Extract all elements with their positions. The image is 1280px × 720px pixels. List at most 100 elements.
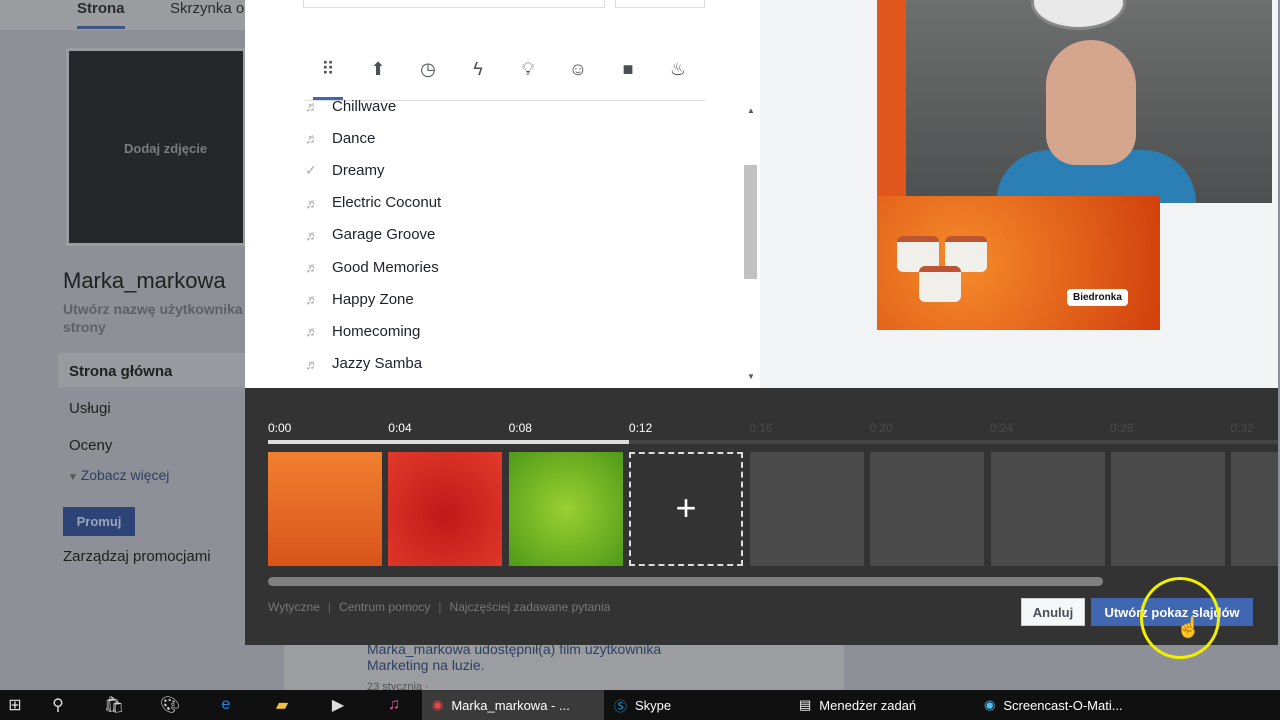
timeline-tick: 0:08 bbox=[508, 421, 532, 435]
taskbar-app-skype[interactable]: Ⓢ Skype bbox=[604, 690, 789, 720]
search-icon[interactable]: ⚲ bbox=[30, 690, 86, 720]
upload-icon[interactable]: ⬆ bbox=[363, 59, 393, 91]
chrome-icon: ◉ bbox=[432, 697, 444, 712]
fire-icon[interactable]: ♨ bbox=[663, 59, 693, 91]
scroll-up-icon[interactable]: ▲ bbox=[747, 106, 755, 115]
caret-down-icon: ▼ bbox=[68, 472, 81, 483]
store-icon[interactable]: 🛍︎ bbox=[86, 690, 142, 720]
hand-cursor-icon: ☝ bbox=[1176, 617, 1201, 639]
all-grid-icon[interactable]: ⠿ bbox=[313, 59, 343, 100]
slide-cucumber[interactable] bbox=[509, 452, 623, 566]
music-note-icon: ♬ bbox=[305, 98, 319, 115]
track-name: Dreamy bbox=[332, 161, 385, 179]
music-note-icon: ♬ bbox=[305, 226, 319, 243]
slide-tomato[interactable] bbox=[388, 452, 502, 566]
track-item[interactable]: ♬ Jazzy Samba bbox=[305, 348, 735, 380]
timeline-tick: 0:16 bbox=[749, 421, 773, 435]
track-name: Dance bbox=[332, 129, 376, 147]
track-item[interactable]: ♬ Chillwave bbox=[305, 90, 735, 122]
nav-home[interactable]: Strona główna bbox=[58, 353, 246, 387]
edge-icon[interactable]: e bbox=[198, 690, 254, 720]
track-list-scrollbar[interactable]: ▲ ▼ bbox=[743, 100, 759, 385]
search-field[interactable] bbox=[303, 0, 605, 8]
page-name: Marka_markowa bbox=[63, 268, 226, 293]
empty-slot bbox=[1231, 452, 1278, 566]
track-name: Jazzy Samba bbox=[332, 355, 423, 373]
media-player-icon[interactable]: ▶ bbox=[310, 690, 366, 720]
briefcase-icon[interactable]: ■ bbox=[613, 59, 643, 91]
manage-promotions-link[interactable]: Zarządzaj promocjami bbox=[63, 548, 211, 565]
track-name: Chillwave bbox=[332, 97, 397, 115]
promote-button[interactable]: Promuj bbox=[63, 507, 135, 536]
slide-carrot[interactable] bbox=[268, 452, 382, 566]
task-manager-icon: ▤ bbox=[799, 697, 812, 712]
itunes-icon[interactable]: ♫ bbox=[366, 690, 422, 720]
feed-post: Marka_markowa udostępnił(a) film użytkow… bbox=[284, 641, 844, 693]
faq-link[interactable]: Najczęściej zadawane pytania bbox=[450, 600, 611, 614]
track-list: ♬ Chillwave ♬ Dance ✓ Dreamy ♬ Electric Coconut… bbox=[305, 90, 735, 380]
track-name: Homecoming bbox=[332, 322, 421, 340]
taskbar: ⊞ ⚲ 🛍︎ 🎨︎ e ▰ ▶ ♫ ◉ Marka_markowa - ... Ⓢ… bbox=[0, 690, 1280, 720]
product-cups bbox=[897, 236, 997, 316]
preview-image-edge bbox=[877, 0, 906, 203]
taskbar-app-chrome[interactable]: ◉ Marka_markowa - ... bbox=[422, 690, 604, 720]
track-item[interactable]: ♬ Garage Groove bbox=[305, 219, 735, 251]
webcam-overlay bbox=[906, 0, 1272, 203]
empty-slot bbox=[870, 452, 984, 566]
guidelines-link[interactable]: Wytyczne bbox=[268, 600, 320, 614]
nav-services[interactable]: Usługi bbox=[58, 390, 246, 424]
brand-logo: Biedronka bbox=[1067, 289, 1128, 306]
track-item[interactable]: ♬ Homecoming bbox=[305, 315, 735, 347]
music-note-icon: ♬ bbox=[305, 323, 319, 340]
username-prompt[interactable]: Utwórz nazwę użytkownika strony bbox=[63, 300, 248, 336]
track-item[interactable]: ♬ Good Memories bbox=[305, 251, 735, 283]
add-photo-label: Dodaj zdjęcie bbox=[124, 141, 208, 156]
lightbulb-icon[interactable]: 💡︎ bbox=[513, 59, 543, 91]
slideshow-preview: Biedronka bbox=[877, 196, 1160, 330]
file-explorer-icon[interactable]: ▰ bbox=[254, 690, 310, 720]
paint-icon[interactable]: 🎨︎ bbox=[142, 690, 198, 720]
windows-start-icon[interactable]: ⊞ bbox=[0, 690, 30, 720]
add-slide-button[interactable]: + bbox=[629, 452, 743, 566]
smiley-icon[interactable]: ☺ bbox=[563, 59, 593, 91]
music-note-icon: ♬ bbox=[305, 130, 319, 147]
help-center-link[interactable]: Centrum pomocy bbox=[339, 600, 430, 614]
skype-icon: Ⓢ bbox=[614, 698, 628, 714]
timeline-scrollbar[interactable] bbox=[268, 577, 1103, 586]
timeline-tick: 0:32 bbox=[1230, 421, 1254, 435]
track-item[interactable]: ✓ Dreamy bbox=[305, 154, 735, 186]
secondary-field[interactable] bbox=[615, 0, 705, 8]
music-note-icon: ♬ bbox=[305, 259, 319, 276]
timeline-progress bbox=[268, 440, 629, 444]
timeline-track[interactable] bbox=[268, 440, 1278, 444]
clock-icon[interactable]: ◷ bbox=[413, 59, 443, 91]
tab-skrzynka[interactable]: Skrzynka o bbox=[170, 0, 244, 17]
timeline-panel: 0:00 0:04 0:08 0:12 0:16 0:20 0:24 0:28 0:32 + W… bbox=[245, 388, 1278, 645]
lightning-icon[interactable]: ϟ bbox=[463, 59, 493, 91]
track-item[interactable]: ♬ Electric Coconut bbox=[305, 187, 735, 219]
music-note-icon: ♬ bbox=[305, 291, 319, 308]
music-panel: ⠿ ⬆ ◷ ϟ 💡︎ ☺ ■ ♨ ♬ Chillwave ♬ Dance ✓ Dreamy… bbox=[245, 0, 760, 388]
track-name: Electric Coconut bbox=[332, 194, 442, 212]
profile-photo[interactable]: Dodaj zdjęcie bbox=[66, 48, 246, 246]
track-name: Happy Zone bbox=[332, 290, 414, 308]
scroll-down-icon[interactable]: ▼ bbox=[747, 372, 755, 381]
timeline-tick: 0:00 bbox=[268, 421, 292, 435]
see-more-link[interactable]: ▼ Zobacz więcej bbox=[68, 467, 169, 483]
tab-strona[interactable]: Strona bbox=[77, 0, 125, 29]
page-tabs: Strona Skrzynka o bbox=[0, 0, 245, 30]
timeline-tick: 0:12 bbox=[628, 421, 653, 435]
wall-clock bbox=[1031, 0, 1126, 30]
taskbar-app-task-manager[interactable]: ▤ Menedżer zadań bbox=[789, 690, 974, 720]
track-item[interactable]: ♬ Dance bbox=[305, 122, 735, 154]
track-item[interactable]: ♬ Happy Zone bbox=[305, 283, 735, 315]
track-name: Garage Groove bbox=[332, 226, 436, 244]
nav-reviews[interactable]: Oceny bbox=[58, 427, 246, 461]
taskbar-app-screencast[interactable]: ◉ Screencast-O-Mati... bbox=[974, 690, 1159, 720]
cancel-button[interactable]: Anuluj bbox=[1021, 598, 1085, 626]
music-note-icon: ♬ bbox=[305, 194, 319, 211]
music-note-icon: ♬ bbox=[305, 355, 319, 372]
scroll-thumb[interactable] bbox=[744, 165, 757, 279]
screencast-icon: ◉ bbox=[984, 697, 996, 712]
footer-links: Wytyczne | Centrum pomocy | Najczęściej za… bbox=[268, 600, 611, 614]
